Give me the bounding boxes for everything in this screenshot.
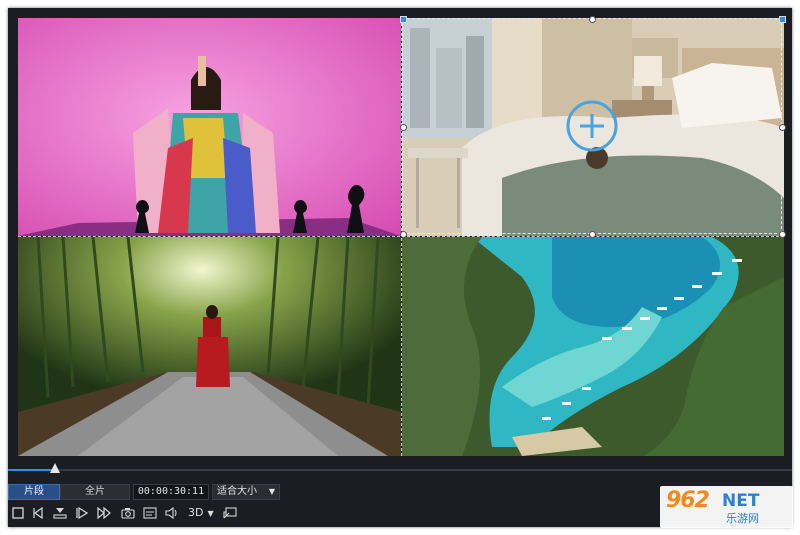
site-watermark: 962 NET 乐游网 <box>660 486 793 528</box>
watermark-brand: 962 <box>666 488 710 513</box>
stop-icon[interactable] <box>10 505 26 521</box>
next-frame-icon[interactable] <box>96 505 112 521</box>
prev-frame-icon[interactable] <box>30 505 46 521</box>
popout-icon[interactable] <box>222 505 238 521</box>
resize-handle-right[interactable] <box>779 124 786 131</box>
3d-mode-select[interactable]: 3D ▼ <box>188 506 214 521</box>
timecode-display[interactable]: 00:00:30:11 <box>133 484 209 500</box>
resize-handle-bottom-right[interactable] <box>779 231 786 238</box>
chevron-down-icon: ▼ <box>268 487 275 496</box>
resize-handle-top-left[interactable] <box>400 16 407 23</box>
zoom-fit-select[interactable]: 适合大小 ▼ <box>212 484 280 500</box>
timeline-scrubber[interactable] <box>8 463 792 477</box>
camera-icon[interactable] <box>120 505 136 521</box>
preview-clip-bottom-right[interactable] <box>402 237 784 456</box>
timeline-track[interactable] <box>8 469 792 471</box>
resize-handle-left[interactable] <box>400 124 407 131</box>
resize-handle-bottom[interactable] <box>589 231 596 238</box>
resize-handle-bottom-left[interactable] <box>400 231 407 238</box>
chevron-down-icon: ▼ <box>207 509 214 518</box>
timeline-progress <box>8 469 55 471</box>
preview-clip-top-right[interactable] <box>402 18 784 236</box>
resize-handle-top-right[interactable] <box>779 16 786 23</box>
preview-area[interactable] <box>18 16 786 456</box>
tab-clip[interactable]: 片段 <box>8 484 60 500</box>
video-editor-window: 片段 全片 00:00:30:11 适合大小 ▼ 3D ▼ <box>8 8 792 527</box>
3d-mode-label: 3D <box>188 506 204 519</box>
volume-icon[interactable] <box>164 505 180 521</box>
mark-icon[interactable] <box>52 505 68 521</box>
tab-full[interactable]: 全片 <box>60 484 130 500</box>
watermark-net: NET <box>722 491 760 511</box>
watermark-subtitle: 乐游网 <box>726 512 759 525</box>
zoom-fit-label: 适合大小 <box>217 486 257 497</box>
preview-clip-top-left[interactable] <box>18 18 401 236</box>
resize-handle-top[interactable] <box>589 16 596 23</box>
preview-clip-bottom-left[interactable] <box>18 237 401 456</box>
play-icon[interactable] <box>74 505 90 521</box>
subtitle-icon[interactable] <box>142 505 158 521</box>
playhead-thumb[interactable] <box>50 463 60 473</box>
